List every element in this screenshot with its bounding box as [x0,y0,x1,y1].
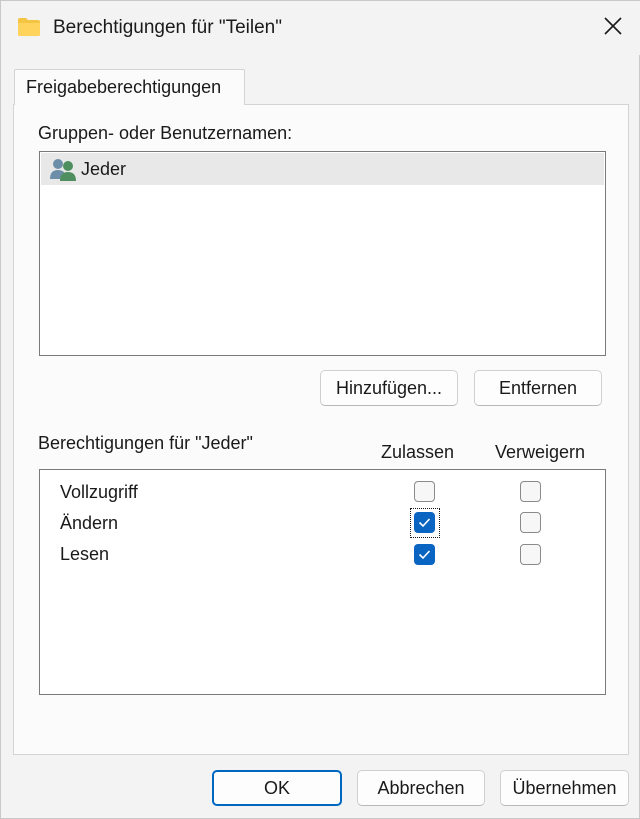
deny-column-header: Verweigern [495,442,586,462]
user-group-icon [49,157,79,181]
modify-allow-checkbox[interactable] [414,512,435,533]
checkmark-icon [418,550,431,560]
window-title: Berechtigungen für "Teilen" [53,17,282,38]
users-heading: Gruppen- oder Benutzernamen: [38,123,293,143]
folder-icon [17,17,41,37]
list-item[interactable]: Jeder [41,153,604,185]
permission-label-read: Lesen [60,544,110,564]
user-name: Jeder [81,159,127,179]
permissions-heading: Berechtigungen für "Jeder" [38,433,253,453]
close-icon [604,16,622,40]
remove-button[interactable]: Entfernen [474,370,602,406]
add-button[interactable]: Hinzufügen... [320,370,458,406]
read-allow-checkbox[interactable] [414,544,435,565]
ok-button[interactable]: OK [212,770,342,806]
close-button[interactable] [591,9,635,47]
permission-label-modify: Ändern [60,513,119,533]
full-control-allow-checkbox[interactable] [414,481,435,502]
permission-label-full-control: Vollzugriff [60,482,138,502]
cancel-button[interactable]: Abbrechen [357,770,485,806]
user-list[interactable]: Jeder [39,151,606,356]
tab-share-permissions[interactable]: Freigabeberechtigungen [14,69,245,105]
allow-column-header: Zulassen [381,442,455,462]
permissions-list: Vollzugriff Ändern Lesen [39,469,606,695]
full-control-deny-checkbox[interactable] [520,481,541,502]
read-deny-checkbox[interactable] [520,544,541,565]
title-bar: Berechtigungen für "Teilen" [1,1,640,55]
checkmark-icon [418,518,431,528]
modify-deny-checkbox[interactable] [520,512,541,533]
apply-button[interactable]: Übernehmen [500,770,629,806]
permissions-dialog: Berechtigungen für "Teilen" Freigabebere… [0,0,640,819]
